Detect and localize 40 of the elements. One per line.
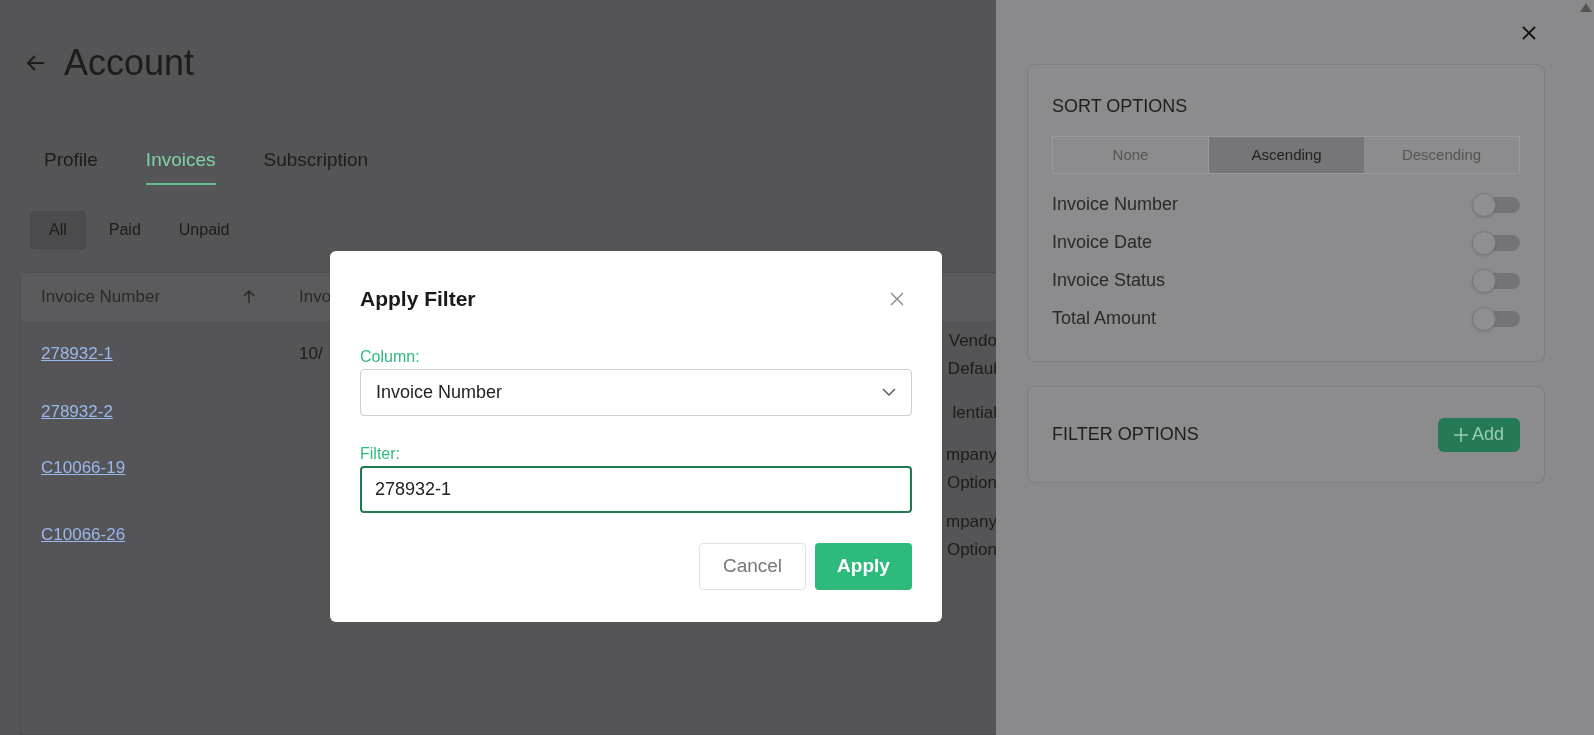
sort-field-label: Invoice Date xyxy=(1052,231,1153,254)
scroll-up-arrow-icon[interactable] xyxy=(1580,3,1592,12)
table-cell-text: Option xyxy=(946,539,997,561)
filter-input[interactable]: 278932-1 xyxy=(360,465,912,513)
sort-field-label: Invoice Number xyxy=(1052,193,1179,216)
field-label: Filter: xyxy=(360,443,401,464)
column-select[interactable]: Invoice Number xyxy=(360,368,912,416)
status-filter-button[interactable]: Unpaid xyxy=(163,210,245,249)
field-label: Column: xyxy=(360,346,421,367)
table-cell-text: mpany xyxy=(945,444,997,466)
sort-field-label: Invoice Status xyxy=(1052,269,1166,292)
sort-mode-tab[interactable]: Descending xyxy=(1364,137,1519,173)
chevron-down-icon xyxy=(882,388,896,396)
sort-up-arrow-icon[interactable] xyxy=(241,289,257,305)
dialog-title: Apply Filter xyxy=(360,286,476,312)
tab[interactable]: Subscription xyxy=(263,146,369,185)
section-title: SORT OPTIONS xyxy=(1052,95,1189,118)
table-cell-text: Option xyxy=(946,472,997,494)
table-cell-text: Vendo xyxy=(948,330,997,352)
invoice-link[interactable]: 278932-2 xyxy=(41,399,113,425)
tab[interactable]: Invoices xyxy=(145,146,216,185)
table-cell-text: Defaul xyxy=(947,358,997,380)
add-button[interactable]: Add xyxy=(1437,417,1520,452)
invoice-link[interactable]: C10066-19 xyxy=(41,455,126,481)
sort-field-label: Total Amount xyxy=(1052,307,1157,330)
cancel-button[interactable]: Cancel xyxy=(699,542,806,590)
status-filter-button[interactable]: Paid xyxy=(93,210,156,249)
sort-mode-tab[interactable]: Ascending xyxy=(1209,137,1364,173)
invoice-link[interactable]: 278932-1 xyxy=(41,341,113,367)
tab[interactable]: Profile xyxy=(44,146,98,185)
table-cell-text: lential xyxy=(952,402,997,424)
table-cell-text: 10/ xyxy=(299,343,323,365)
section-title: FILTER OPTIONS xyxy=(1052,423,1199,446)
plus-icon xyxy=(1453,427,1468,442)
apply-button[interactable]: Apply xyxy=(815,542,912,590)
page-title: Account xyxy=(64,41,195,85)
close-icon[interactable] xyxy=(890,291,904,306)
close-icon[interactable] xyxy=(1522,26,1536,40)
table-cell-text: mpany xyxy=(945,511,997,533)
invoice-link[interactable]: C10066-26 xyxy=(41,522,126,548)
